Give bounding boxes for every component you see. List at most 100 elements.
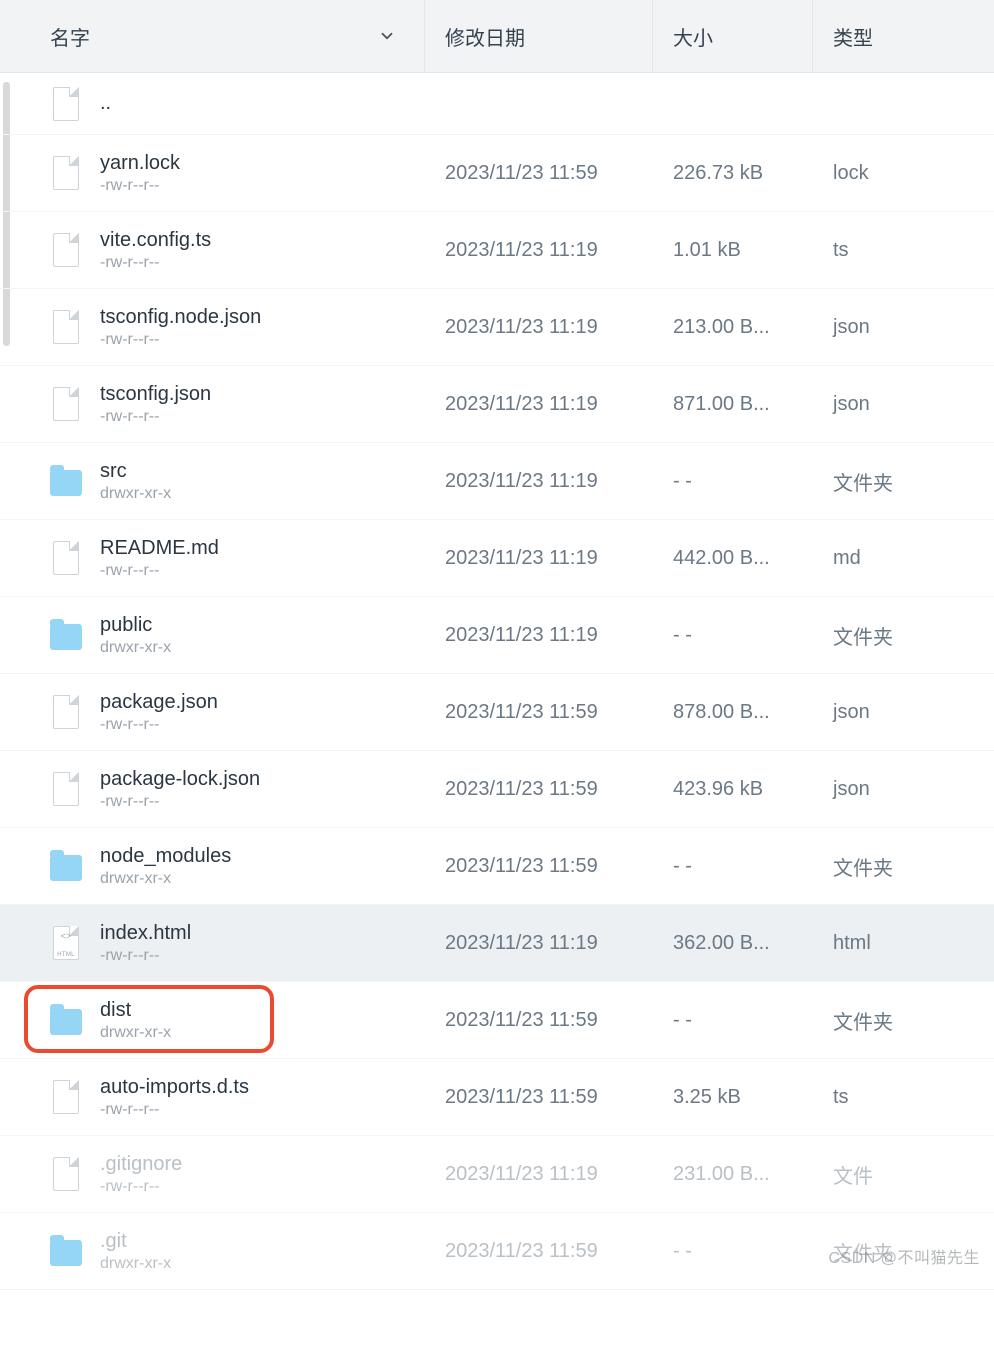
table-row[interactable]: README.md -rw-r--r-- 2023/11/23 11:19442.0…	[0, 520, 994, 597]
file-permissions: -rw-r--r--	[100, 562, 219, 580]
file-name: index.html	[100, 922, 191, 945]
file-name: vite.config.ts	[100, 229, 211, 252]
file-type: 文件夹	[813, 852, 993, 881]
file-type: ts	[813, 239, 993, 262]
file-date: 2023/11/23 11:19	[425, 239, 653, 262]
file-permissions: -rw-r--r--	[100, 408, 211, 426]
file-name: .gitignore	[100, 1153, 182, 1176]
file-date: 2023/11/23 11:19	[425, 316, 653, 339]
file-name: dist	[100, 999, 171, 1022]
parent-directory-row[interactable]: ..	[0, 73, 994, 135]
file-date: 2023/11/23 11:19	[425, 1163, 653, 1186]
file-permissions: -rw-r--r--	[100, 1101, 249, 1119]
file-date: 2023/11/23 11:19	[425, 393, 653, 416]
file-permissions: drwxr-xr-x	[100, 485, 171, 503]
file-list: .. yarn.lock-rw-r--r--2023/11/23 11:5922…	[0, 73, 994, 1290]
file-type: json	[813, 393, 993, 416]
column-header-name-label: 名字	[50, 22, 90, 51]
file-icon	[50, 770, 82, 808]
file-icon	[50, 1078, 82, 1116]
file-icon	[50, 693, 82, 731]
file-size: 3.25 kB	[653, 1086, 813, 1109]
file-icon	[50, 85, 82, 123]
file-icon	[50, 385, 82, 423]
file-name: tsconfig.node.json	[100, 306, 261, 329]
file-name: yarn.lock	[100, 152, 180, 175]
file-size: 362.00 B...	[653, 932, 813, 955]
file-date: 2023/11/23 11:19	[425, 547, 653, 570]
table-row[interactable]: yarn.lock-rw-r--r--2023/11/23 11:59226.7…	[0, 135, 994, 212]
file-date: 2023/11/23 11:59	[425, 701, 653, 724]
file-size: 1.01 kB	[653, 239, 813, 262]
file-name: node_modules	[100, 845, 231, 868]
file-permissions: drwxr-xr-x	[100, 1255, 171, 1273]
table-row[interactable]: distdrwxr-xr-x2023/11/23 11:59- -文件夹	[0, 982, 994, 1059]
file-icon	[50, 539, 82, 577]
file-size: 871.00 B...	[653, 393, 813, 416]
file-permissions: -rw-r--r--	[100, 716, 218, 734]
file-date: 2023/11/23 11:19	[425, 932, 653, 955]
file-permissions: -rw-r--r--	[100, 947, 191, 965]
table-row[interactable]: package.json-rw-r--r--2023/11/23 11:5987…	[0, 674, 994, 751]
file-type: 文件夹	[813, 621, 993, 650]
file-size: 442.00 B...	[653, 547, 813, 570]
file-name: src	[100, 460, 171, 483]
file-permissions: -rw-r--r--	[100, 793, 260, 811]
file-permissions: -rw-r--r--	[100, 254, 211, 272]
table-row[interactable]: HTML index.html -rw-r--r-- 2023/11/23 11:19…	[0, 905, 994, 982]
file-size: - -	[653, 1240, 813, 1263]
folder-icon	[50, 462, 82, 500]
file-type: 文件夹	[813, 1006, 993, 1035]
table-row[interactable]: node_modulesdrwxr-xr-x2023/11/23 11:59- …	[0, 828, 994, 905]
file-type: 文件	[813, 1160, 993, 1189]
parent-name: ..	[100, 92, 111, 115]
file-name: public	[100, 614, 171, 637]
folder-icon	[50, 847, 82, 885]
table-row[interactable]: auto-imports.d.ts -rw-r--r-- 2023/11/23 11…	[0, 1059, 994, 1136]
file-date: 2023/11/23 11:59	[425, 162, 653, 185]
table-row[interactable]: .gitignore-rw-r--r--2023/11/23 11:19231.…	[0, 1136, 994, 1213]
column-header-type[interactable]: 类型	[813, 0, 993, 72]
table-header: 名字 修改日期 大小 类型	[0, 0, 994, 73]
chevron-down-icon	[378, 27, 396, 45]
file-date: 2023/11/23 11:19	[425, 470, 653, 493]
file-size: 878.00 B...	[653, 701, 813, 724]
file-permissions: drwxr-xr-x	[100, 1024, 171, 1042]
file-permissions: -rw-r--r--	[100, 331, 261, 349]
file-date: 2023/11/23 11:59	[425, 1240, 653, 1263]
html-file-icon: HTML	[50, 924, 82, 962]
column-header-size-label: 大小	[673, 22, 713, 51]
file-icon	[50, 231, 82, 269]
file-permissions: drwxr-xr-x	[100, 639, 171, 657]
file-type: lock	[813, 162, 993, 185]
file-name: auto-imports.d.ts	[100, 1076, 249, 1099]
file-date: 2023/11/23 11:59	[425, 1009, 653, 1032]
file-type: json	[813, 701, 993, 724]
file-type: html	[813, 932, 993, 955]
file-size: - -	[653, 624, 813, 647]
column-header-date[interactable]: 修改日期	[425, 0, 653, 72]
file-date: 2023/11/23 11:19	[425, 624, 653, 647]
table-row[interactable]: tsconfig.node.json -rw-r--r-- 2023/11/23 1…	[0, 289, 994, 366]
table-row[interactable]: vite.config.ts -rw-r--r-- 2023/11/23 11:19…	[0, 212, 994, 289]
column-header-size[interactable]: 大小	[653, 0, 813, 72]
file-name: tsconfig.json	[100, 383, 211, 406]
file-name: README.md	[100, 537, 219, 560]
column-header-date-label: 修改日期	[445, 22, 525, 51]
file-date: 2023/11/23 11:59	[425, 1086, 653, 1109]
file-permissions: -rw-r--r--	[100, 1178, 182, 1196]
file-date: 2023/11/23 11:59	[425, 778, 653, 801]
file-icon	[50, 308, 82, 346]
watermark-text: CSDN @不叫猫先生	[828, 1244, 980, 1268]
file-size: 226.73 kB	[653, 162, 813, 185]
column-header-type-label: 类型	[833, 22, 873, 51]
file-type: json	[813, 316, 993, 339]
column-header-name[interactable]: 名字	[0, 0, 425, 72]
file-type: 文件夹	[813, 467, 993, 496]
table-row[interactable]: public drwxr-xr-x 2023/11/23 11:19- -文件夹	[0, 597, 994, 674]
file-size: - -	[653, 855, 813, 878]
table-row[interactable]: package-lock.json-rw-r--r--2023/11/23 11…	[0, 751, 994, 828]
table-row[interactable]: tsconfig.json -rw-r--r-- 2023/11/23 11:198…	[0, 366, 994, 443]
file-size: 423.96 kB	[653, 778, 813, 801]
table-row[interactable]: srcdrwxr-xr-x2023/11/23 11:19- -文件夹	[0, 443, 994, 520]
